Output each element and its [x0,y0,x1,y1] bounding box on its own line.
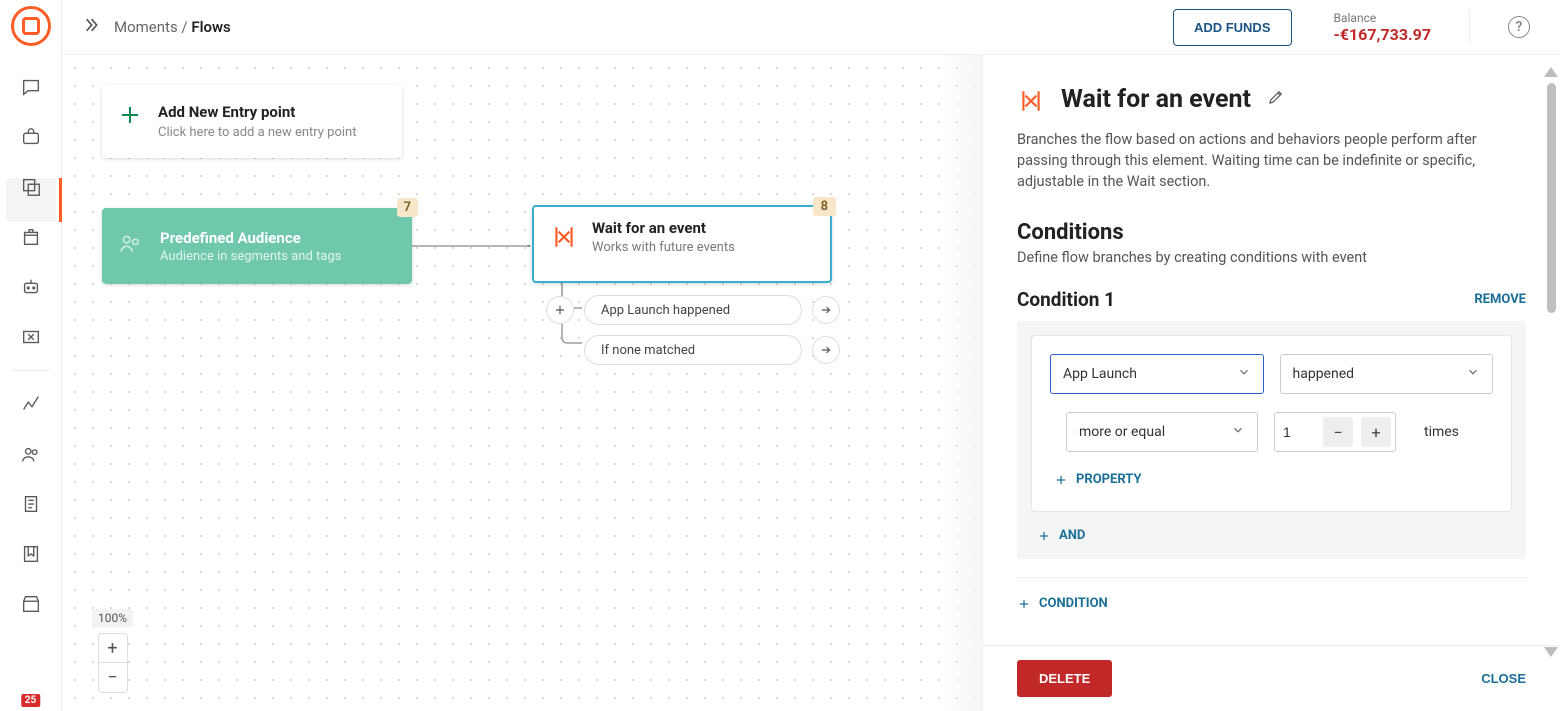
add-property-button[interactable]: PROPERTY [1050,466,1493,493]
event-node-subtitle: Works with future events [592,240,735,255]
zoom-in-button[interactable]: + [98,633,128,663]
nav-toolbox-icon[interactable] [20,126,42,148]
nav-people-icon[interactable] [20,443,42,465]
logo[interactable] [11,6,51,46]
delete-button[interactable]: DELETE [1017,660,1112,697]
zoom-level: 100% [92,609,133,627]
audience-count-badge: 7 [397,198,418,217]
branch-continue-button-2[interactable] [812,336,840,364]
edit-title-icon[interactable] [1267,88,1285,110]
close-button[interactable]: CLOSE [1481,671,1526,686]
expand-sidebar-icon[interactable] [80,15,100,39]
nav-flows-icon[interactable] [20,176,42,198]
breadcrumb-current: Flows [191,18,230,36]
branch-continue-button[interactable] [812,296,840,324]
audience-subtitle: Audience in segments and tags [160,249,341,264]
event-select[interactable]: App Launch [1050,354,1264,394]
entry-subtitle: Click here to add a new entry point [158,125,356,140]
audience-icon [118,231,144,261]
audience-title: Predefined Audience [160,229,341,247]
times-input[interactable] [1275,413,1319,451]
comparator-select[interactable]: more or equal [1066,412,1258,452]
flow-canvas[interactable]: Add New Entry point Click here to add a … [62,55,982,711]
add-branch-button[interactable] [546,296,574,324]
nav-bot-icon[interactable] [20,276,42,298]
occurrence-select[interactable]: happened [1280,354,1494,394]
breadcrumb-parent[interactable]: Moments [114,18,178,36]
occurrence-select-value: happened [1293,366,1355,382]
event-node-icon [550,223,578,251]
event-select-value: App Launch [1063,366,1137,382]
branch-none-matched[interactable]: If none matched [584,335,802,365]
wait-for-event-node[interactable]: Wait for an event Works with future even… [532,205,832,283]
balance-label: Balance [1334,11,1432,25]
event-count-badge: 8 [813,197,836,216]
properties-panel: Wait for an event Branches the flow base… [982,55,1560,711]
conditions-sub: Define flow branches by creating conditi… [1017,249,1526,266]
chevron-down-icon [1466,365,1480,383]
branch-app-launch[interactable]: App Launch happened [584,295,802,325]
times-label: times [1424,424,1459,440]
add-and-button[interactable]: AND [1033,522,1512,549]
chevron-down-icon [1231,423,1245,441]
nav-hash-icon[interactable] [20,326,42,348]
balance-block: Balance -€167,733.97 [1334,11,1432,44]
nav-bookmark-icon[interactable] [20,543,42,565]
zoom-control: 100% + − [92,609,133,693]
comparator-value: more or equal [1079,424,1165,440]
add-entry-point-card[interactable]: Add New Entry point Click here to add a … [102,85,402,158]
add-funds-button[interactable]: ADD FUNDS [1173,9,1292,46]
zoom-out-button[interactable]: − [98,663,128,693]
notification-badge[interactable]: 25 [21,694,40,707]
predefined-audience-node[interactable]: Predefined Audience Audience in segments… [102,208,412,284]
nav-receipt-icon[interactable] [20,493,42,515]
remove-condition-button[interactable]: REMOVE [1474,292,1526,307]
scrollbar-thumb[interactable] [1547,83,1556,313]
times-stepper: − + [1274,412,1396,452]
panel-description: Branches the flow based on actions and b… [1017,129,1526,192]
topbar: Moments / Flows ADD FUNDS Balance -€167,… [62,0,1560,55]
balance-value: -€167,733.97 [1334,25,1432,44]
add-condition-button[interactable]: CONDITION [1017,577,1526,617]
scroll-down-icon[interactable] [1544,647,1558,657]
nav-chat-icon[interactable] [20,76,42,98]
condition1-title: Condition 1 [1017,288,1115,311]
panel-event-icon [1017,87,1045,115]
plus-icon [118,103,142,127]
event-node-title: Wait for an event [592,219,735,237]
scroll-up-icon[interactable] [1544,67,1558,77]
chevron-down-icon [1237,365,1251,383]
help-icon[interactable]: ? [1508,16,1530,38]
breadcrumb: Moments / Flows [114,18,231,36]
entry-title: Add New Entry point [158,103,356,121]
stepper-minus-button[interactable]: − [1323,417,1353,447]
condition-block: App Launch happened more or [1017,321,1526,559]
left-nav: 25 [0,0,62,711]
nav-store-icon[interactable] [20,593,42,615]
stepper-plus-button[interactable]: + [1361,417,1391,447]
panel-title: Wait for an event [1061,85,1251,114]
conditions-heading: Conditions [1017,220,1526,245]
nav-package-icon[interactable] [20,226,42,248]
nav-analytics-icon[interactable] [20,393,42,415]
